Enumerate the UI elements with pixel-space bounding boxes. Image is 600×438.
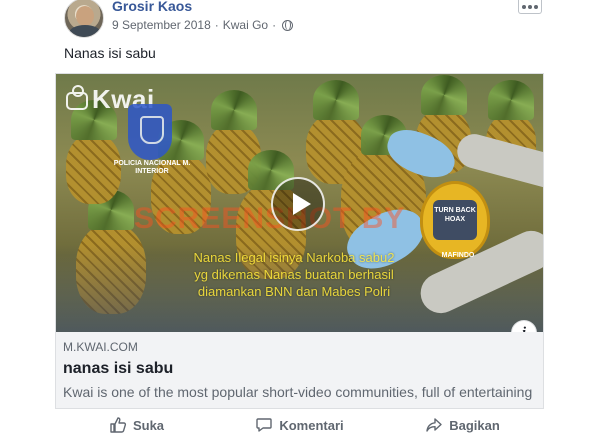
meta-separator: · [214,18,219,32]
post-actions-bar: Suka Komentari Bagikan [55,412,544,438]
meta-separator: · [272,18,277,32]
like-button[interactable]: Suka [55,412,218,438]
police-emblem-text: POLICIA NACIONAL M. INTERIOR [113,160,191,175]
link-details[interactable]: M.KWAI.COM nanas isi sabu Kwai is one of… [56,332,543,408]
link-domain: M.KWAI.COM [63,340,138,354]
comment-button[interactable]: Komentari [218,412,381,438]
comment-label: Komentari [279,417,344,433]
more-options-button[interactable] [518,0,542,14]
more-dot [534,4,538,9]
facebook-post: Grosir Kaos 9 September 2018 · Kwai Go ·… [0,0,600,438]
post-date[interactable]: 9 September 2018 [112,18,211,32]
camera-icon [66,85,88,111]
video-overlay-text: Nanas Ilegal isinya Narkoba sabu2 yg dik… [124,249,464,300]
share-arrow-icon [426,418,442,432]
link-title[interactable]: nanas isi sabu [63,360,536,378]
link-preview-card[interactable]: Kwai POLICIA NACIONAL M. INTERIOR SCREEN… [55,73,544,409]
more-dot [522,4,526,9]
turnbackhoax-stamp-icon: TURN BACK HOAX [420,181,490,259]
author-name[interactable]: Grosir Kaos [112,0,192,14]
avatar-face [76,6,94,26]
globe-icon[interactable] [282,19,294,31]
comment-bubble-icon [256,418,273,432]
more-dot [528,4,532,9]
post-meta: 9 September 2018 · Kwai Go · [112,18,294,32]
post-caption: Nanas isi sabu [64,45,156,61]
avatar-shirt [69,25,101,37]
overlay-line: Nanas Ilegal isinya Narkoba sabu2 [193,250,395,265]
overlay-line: diamankan BNN dan Mabes Polri [197,284,391,299]
overlay-line: yg dikemas Nanas buatan berhasil [194,267,394,282]
stamp-text: TURN BACK HOAX [433,200,477,240]
video-thumbnail[interactable]: Kwai POLICIA NACIONAL M. INTERIOR SCREEN… [56,74,543,332]
screenshot-watermark: SCREENSHOT BY [134,202,406,235]
play-button[interactable] [271,177,325,231]
police-emblem-icon [128,104,172,160]
link-description: Kwai is one of the most popular short-vi… [63,384,533,400]
thumbs-up-icon [110,417,127,433]
author-avatar[interactable] [64,0,104,38]
share-button[interactable]: Bagikan [381,412,544,438]
like-label: Suka [132,417,165,433]
share-label: Bagikan [449,417,500,433]
post-app[interactable]: Kwai Go [223,18,268,32]
